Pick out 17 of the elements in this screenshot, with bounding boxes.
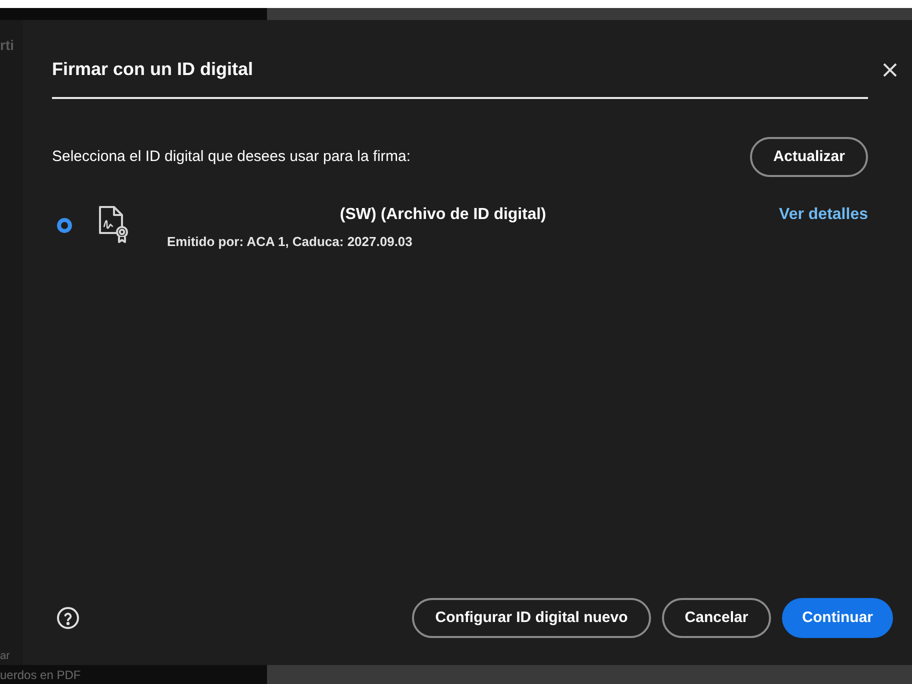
help-icon (56, 606, 80, 630)
background-text: uerdos en PDF (0, 668, 81, 680)
details-link[interactable]: Ver detalles (779, 203, 868, 227)
certificate-file-icon (97, 205, 131, 243)
close-icon (883, 62, 897, 76)
refresh-button[interactable]: Actualizar (750, 137, 868, 177)
id-issuer: Emitido por: ACA 1, Caduca: 2027.09.03 (167, 233, 414, 251)
radio-button[interactable] (57, 218, 72, 233)
background-text: rti (0, 38, 15, 52)
continue-button[interactable]: Continuar (782, 598, 893, 638)
prompt-text: Selecciona el ID digital que desees usar para la firma: (52, 146, 411, 167)
close-button[interactable] (883, 62, 897, 76)
background-text: ar (0, 651, 11, 664)
secondary-button[interactable]: Cancelar (662, 598, 772, 638)
secondary-button[interactable]: Configurar ID digital nuevo (412, 598, 651, 638)
dialog-title: Firmar con un ID digital (52, 58, 254, 81)
id-name: (SW) (Archivo de ID digital) (340, 205, 546, 225)
